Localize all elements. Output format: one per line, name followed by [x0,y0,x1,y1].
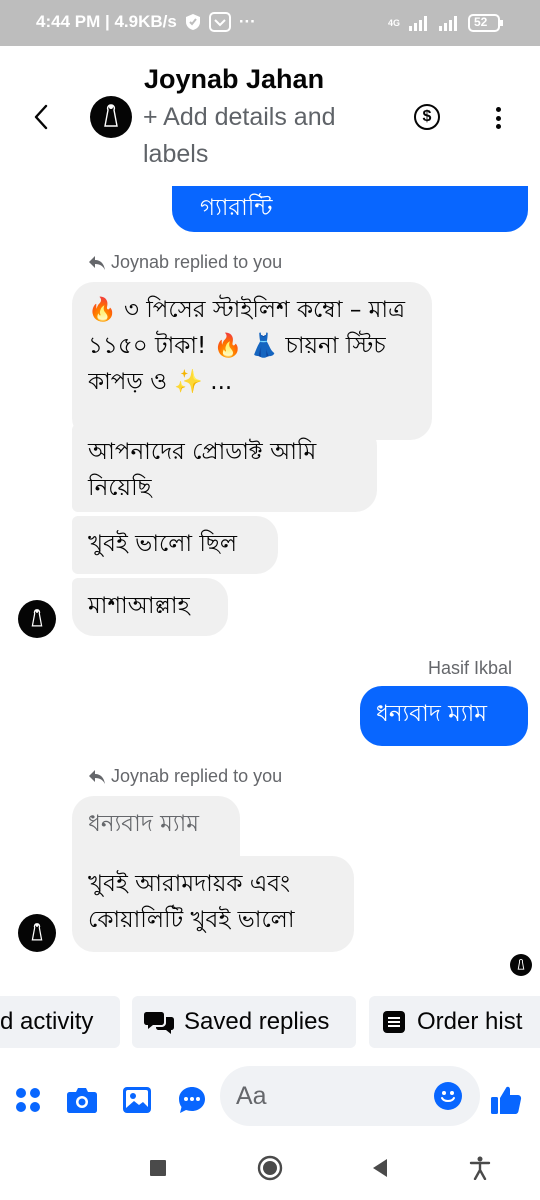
accessibility-icon [469,1156,491,1180]
quick-action-bar[interactable]: d activity Saved replies Order hist [0,996,540,1050]
chevron-left-icon [34,104,48,130]
activity-chip[interactable]: d activity [0,996,120,1048]
incoming-message[interactable]: খুবই আরামদায়ক এবং কোয়ালিটি খুবই ভালো [72,856,354,952]
back-button[interactable] [26,102,56,132]
order-history-icon [383,1011,405,1033]
status-time-speed: 4:44 PM | 4.9KB/s [36,12,177,31]
avatar-figure-icon [31,923,43,941]
kebab-icon-dot [495,115,501,121]
chip-label: Order hist [417,1008,523,1035]
triangle-back-icon [373,1159,387,1177]
image-icon [123,1087,151,1113]
kebab-icon-dot [495,124,501,129]
shield-icon [185,13,201,31]
accessibility-button[interactable] [466,1154,494,1182]
avatar-figure-icon [517,958,525,970]
message-input[interactable] [236,1078,426,1114]
emoji-icon [441,1091,455,1102]
chat-bubble-icon [179,1087,205,1113]
signal-icon [408,15,430,31]
home-button[interactable] [256,1154,284,1182]
status-right: 4G 52 [388,14,504,32]
saved-replies-icon [144,1012,174,1034]
avatar-figure-icon [31,609,43,627]
status-bar: 4:44 PM | 4.9KB/s ··· 4G 52 [0,0,540,46]
add-details-link[interactable]: + Add details and labels [143,99,393,173]
incoming-message[interactable]: খুবই ভালো ছিল [72,516,278,574]
gallery-button[interactable] [121,1084,153,1116]
sender-avatar[interactable] [18,600,56,638]
status-more: ··· [238,12,256,31]
message-text: আপনাদের প্রোডাক্ট আমি নিয়েছি [88,439,317,501]
apps-grid-icon [16,1088,40,1112]
message-composer [0,1060,540,1132]
outgoing-message[interactable]: ধন্যবাদ ম্যাম [360,686,528,746]
sender-avatar[interactable] [18,914,56,952]
contact-name[interactable]: Joynab Jahan [144,64,324,95]
dollar-circle-icon: $ [422,108,432,125]
chip-label: Saved replies [184,1008,330,1035]
seen-indicator [510,954,532,976]
emoji-button[interactable] [434,1082,462,1110]
reply-indicator: Joynab replied to you [88,766,282,787]
messenger-notification-icon [208,12,231,32]
order-history-chip[interactable]: Order hist [369,996,540,1048]
camera-button[interactable] [66,1084,98,1116]
apps-button[interactable] [12,1084,44,1116]
like-button[interactable] [490,1084,522,1116]
reply-indicator: Joynab replied to you [88,252,282,273]
payment-button[interactable]: $ [414,104,440,130]
chat-button[interactable] [176,1084,208,1116]
back-nav-button[interactable] [366,1154,394,1182]
saved-replies-chip[interactable]: Saved replies [132,996,356,1048]
battery-level: 52 [474,15,488,29]
system-nav-bar [0,1136,540,1200]
status-left: 4:44 PM | 4.9KB/s ··· [36,12,256,32]
chat-header: Joynab Jahan + Add details and labels $ [0,46,540,186]
home-circle-icon [257,1155,283,1181]
kebab-icon-dot [495,107,501,112]
incoming-message[interactable]: মাশাআল্লাহ [72,578,228,636]
square-icon [150,1160,166,1176]
battery-icon: 52 [468,14,504,32]
message-input-wrapper[interactable] [220,1066,480,1126]
reply-note-text: Joynab replied to you [111,252,283,272]
avatar[interactable] [90,96,132,138]
reply-arrow-icon [89,255,105,270]
chip-label: d activity [0,1008,94,1035]
recents-button[interactable] [144,1154,172,1182]
message-text: খুবই ভালো ছিল [88,531,238,557]
message-text: গ্যারান্টি [200,195,273,221]
network-type: 4G [387,18,400,28]
camera-icon [67,1088,97,1113]
quoted-text: ধন্যবাদ ম্যাম [88,811,200,837]
more-options-button[interactable] [488,104,508,132]
thumbs-up-icon [491,1086,522,1114]
quoted-text: 🔥 ৩ পিসের স্টাইলিশ কম্বো – মাত্র ১১৫০ টা… [88,297,405,395]
message-text: মাশাআল্লাহ [88,593,190,619]
signal-icon-2 [438,15,460,31]
message-text: ধন্যবাদ ম্যাম [376,701,488,727]
reply-note-text: Joynab replied to you [111,766,283,786]
avatar-figure-icon [104,104,118,127]
incoming-message[interactable]: আপনাদের প্রোডাক্ট আমি নিয়েছি [72,424,377,512]
reply-arrow-icon [89,769,105,784]
message-text: খুবই আরামদায়ক এবং কোয়ালিটি খুবই ভালো [88,871,295,933]
outgoing-message[interactable]: গ্যারান্টি [172,186,528,232]
sender-name: Hasif Ikbal [427,658,512,678]
message-list[interactable]: গ্যারান্টি Joynab replied to you 🔥 ৩ পিস… [0,186,540,984]
quoted-message[interactable]: 🔥 ৩ পিসের স্টাইলিশ কম্বো – মাত্র ১১৫০ টা… [72,282,432,440]
